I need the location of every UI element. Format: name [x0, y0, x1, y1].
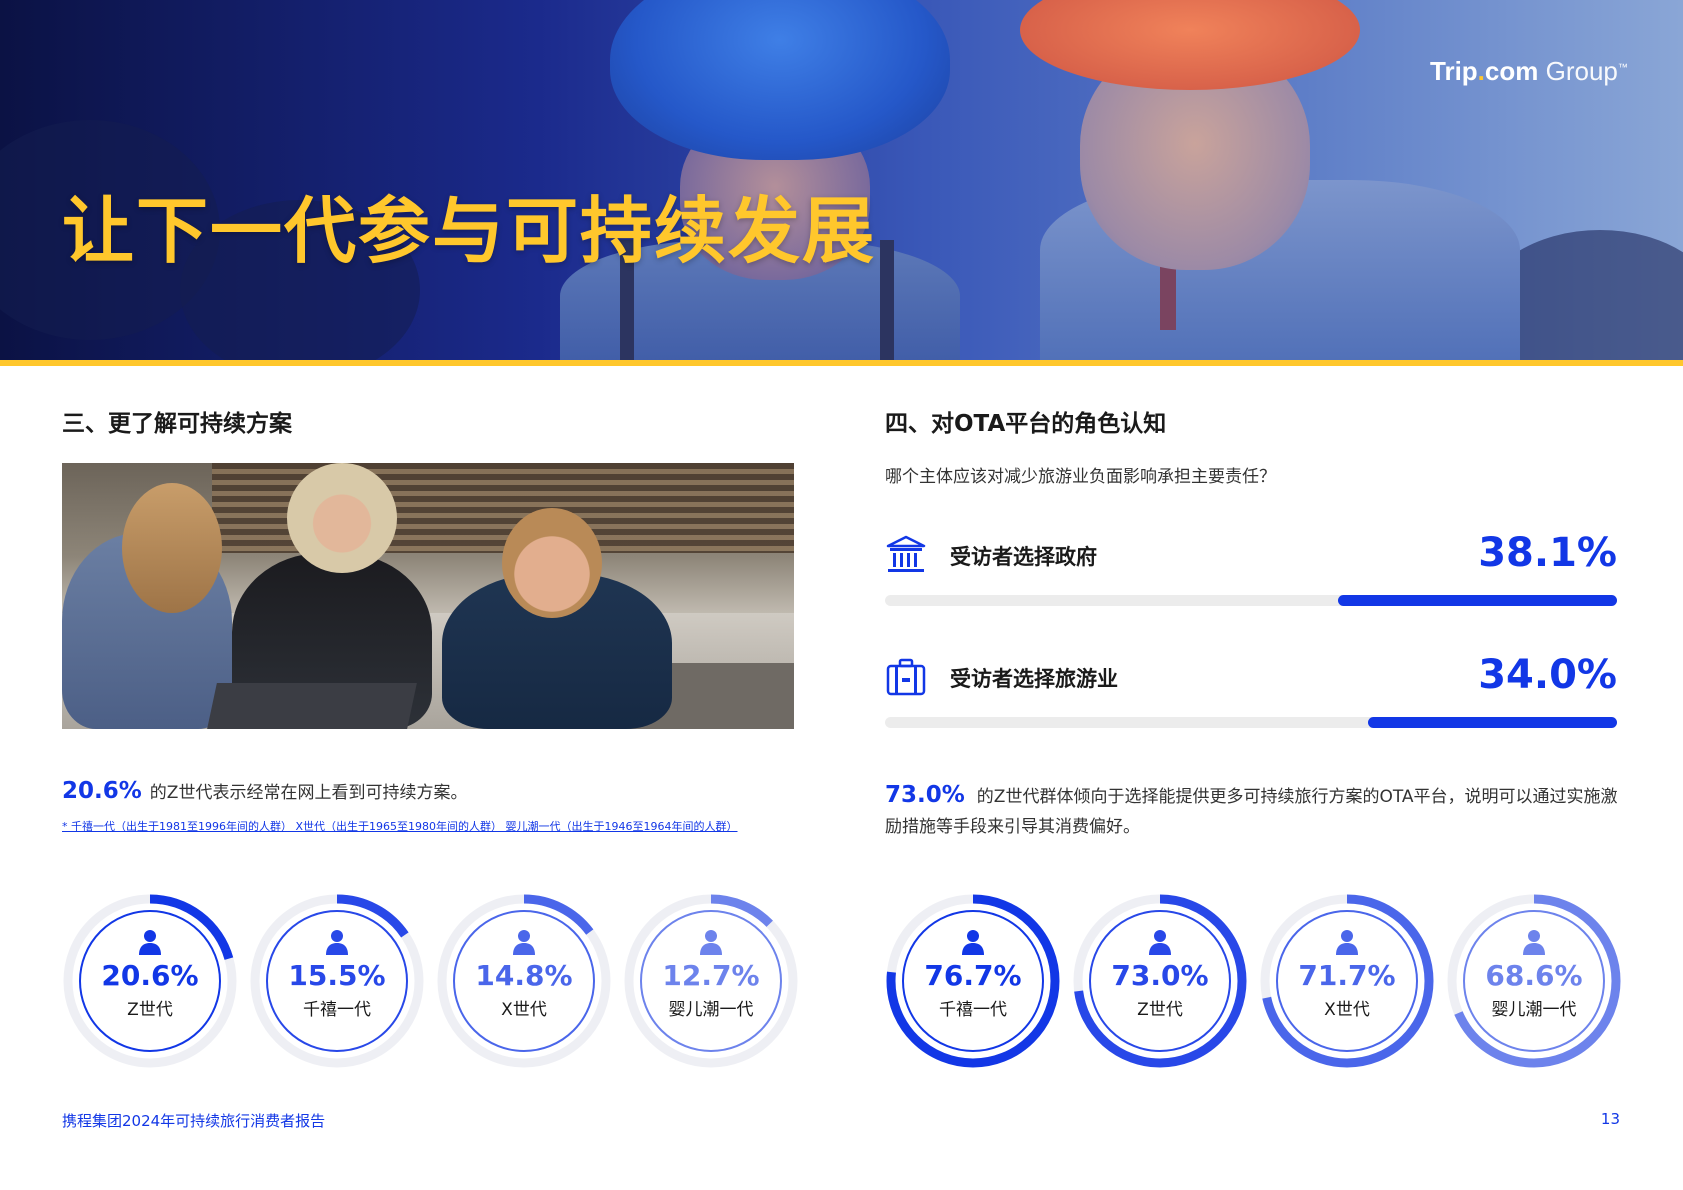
donut-chart: 12.7% 婴儿潮一代: [623, 893, 799, 1069]
laptop: [207, 683, 417, 729]
donut-percentage: 68.6%: [1485, 959, 1583, 992]
response-tourism-label: 受访者选择旅游业: [950, 667, 1118, 691]
person-icon: [1522, 929, 1546, 955]
government-building-icon: [885, 534, 927, 576]
right-stat-value: 73.0%: [885, 782, 965, 808]
generation-footnote: * 千禧一代（出生于1981至1996年间的人群） X世代（出生于1965至19…: [62, 820, 738, 833]
left-stat-line: 20.6% 的Z世代表示经常在网上看到可持续方案。: [62, 778, 467, 804]
section-title-left: 三、更了解可持续方案: [62, 411, 292, 437]
donut-label: 婴儿潮一代: [1491, 1000, 1577, 1020]
logo-com-text: com: [1484, 56, 1539, 86]
response-government-fill: [1338, 595, 1617, 606]
donut-chart: 20.6% Z世代: [62, 893, 238, 1069]
logo-trip-text: Trip: [1430, 56, 1478, 86]
donut-chart: 14.8% X世代: [436, 893, 612, 1069]
donut-percentage: 71.7%: [1298, 959, 1396, 992]
donut-chart: 68.6% 婴儿潮一代: [1446, 893, 1622, 1069]
right-stat-paragraph: 73.0% 的Z世代群体倾向于选择能提供更多可持续旅行方案的OTA平台，说明可以通…: [885, 780, 1620, 842]
donut-label: 千禧一代: [303, 1000, 371, 1020]
response-tourism-track: [885, 717, 1617, 728]
donut-chart: 73.0% Z世代: [1072, 893, 1248, 1069]
donut-percentage: 12.7%: [662, 959, 760, 992]
section-title-right: 四、对OTA平台的角色认知: [885, 411, 1167, 437]
logo-group-text: Group: [1538, 56, 1618, 86]
orange-hat: [1020, 0, 1360, 90]
donut-label: 婴儿潮一代: [668, 1000, 754, 1020]
donut-label: X世代: [501, 1000, 547, 1020]
donut-label: Z世代: [1137, 1000, 1183, 1020]
person-middle-head: [287, 463, 397, 573]
hero-banner: 让下一代参与可持续发展 Trip.com Group™: [0, 0, 1683, 360]
blue-hat: [610, 0, 950, 160]
logo-trademark: ™: [1617, 62, 1628, 74]
left-stat-text: 的Z世代表示经常在网上看到可持续方案。: [149, 783, 468, 803]
suspender-strap: [880, 240, 894, 360]
donut-chart: 71.7% X世代: [1259, 893, 1435, 1069]
donut-label: Z世代: [127, 1000, 173, 1020]
logo-dot: .: [1477, 56, 1485, 86]
donut-chart: 15.5% 千禧一代: [249, 893, 425, 1069]
person-icon: [138, 929, 162, 955]
person-icon: [961, 929, 985, 955]
person-icon: [512, 929, 536, 955]
young-people-photo: [62, 463, 794, 729]
hero-accent-bar: [0, 360, 1683, 366]
donut-percentage: 76.7%: [924, 959, 1022, 992]
donut-percentage: 14.8%: [475, 959, 573, 992]
suitcase-icon: [885, 656, 927, 698]
person-icon: [1148, 929, 1172, 955]
donut-percentage: 73.0%: [1111, 959, 1209, 992]
page-number: 13: [1600, 1110, 1620, 1128]
donut-label: 千禧一代: [939, 1000, 1007, 1020]
footer-report-title: 携程集团2024年可持续旅行消费者报告: [62, 1112, 326, 1130]
left-stat-value: 20.6%: [62, 778, 142, 804]
person-right-head: [502, 508, 602, 618]
response-government-value: 38.1%: [1478, 530, 1617, 576]
donut-percentage: 15.5%: [288, 959, 386, 992]
donut-label: X世代: [1324, 1000, 1370, 1020]
survey-question: 哪个主体应该对减少旅游业负面影响承担主要责任？: [885, 467, 1276, 487]
tripcom-group-logo: Trip.com Group™: [1430, 56, 1628, 87]
response-tourism-fill: [1368, 717, 1617, 728]
person-left-hair: [122, 483, 222, 613]
donut-chart: 76.7% 千禧一代: [885, 893, 1061, 1069]
person-icon: [1335, 929, 1359, 955]
right-stat-text: 的Z世代群体倾向于选择能提供更多可持续旅行方案的OTA平台，说明可以通过实施激励…: [885, 787, 1618, 837]
donut-percentage: 20.6%: [101, 959, 199, 992]
response-tourism-value: 34.0%: [1478, 652, 1617, 698]
response-government-label: 受访者选择政府: [950, 545, 1097, 569]
person-icon: [699, 929, 723, 955]
page-title: 让下一代参与可持续发展: [62, 189, 877, 273]
person-icon: [325, 929, 349, 955]
response-government-track: [885, 595, 1617, 606]
